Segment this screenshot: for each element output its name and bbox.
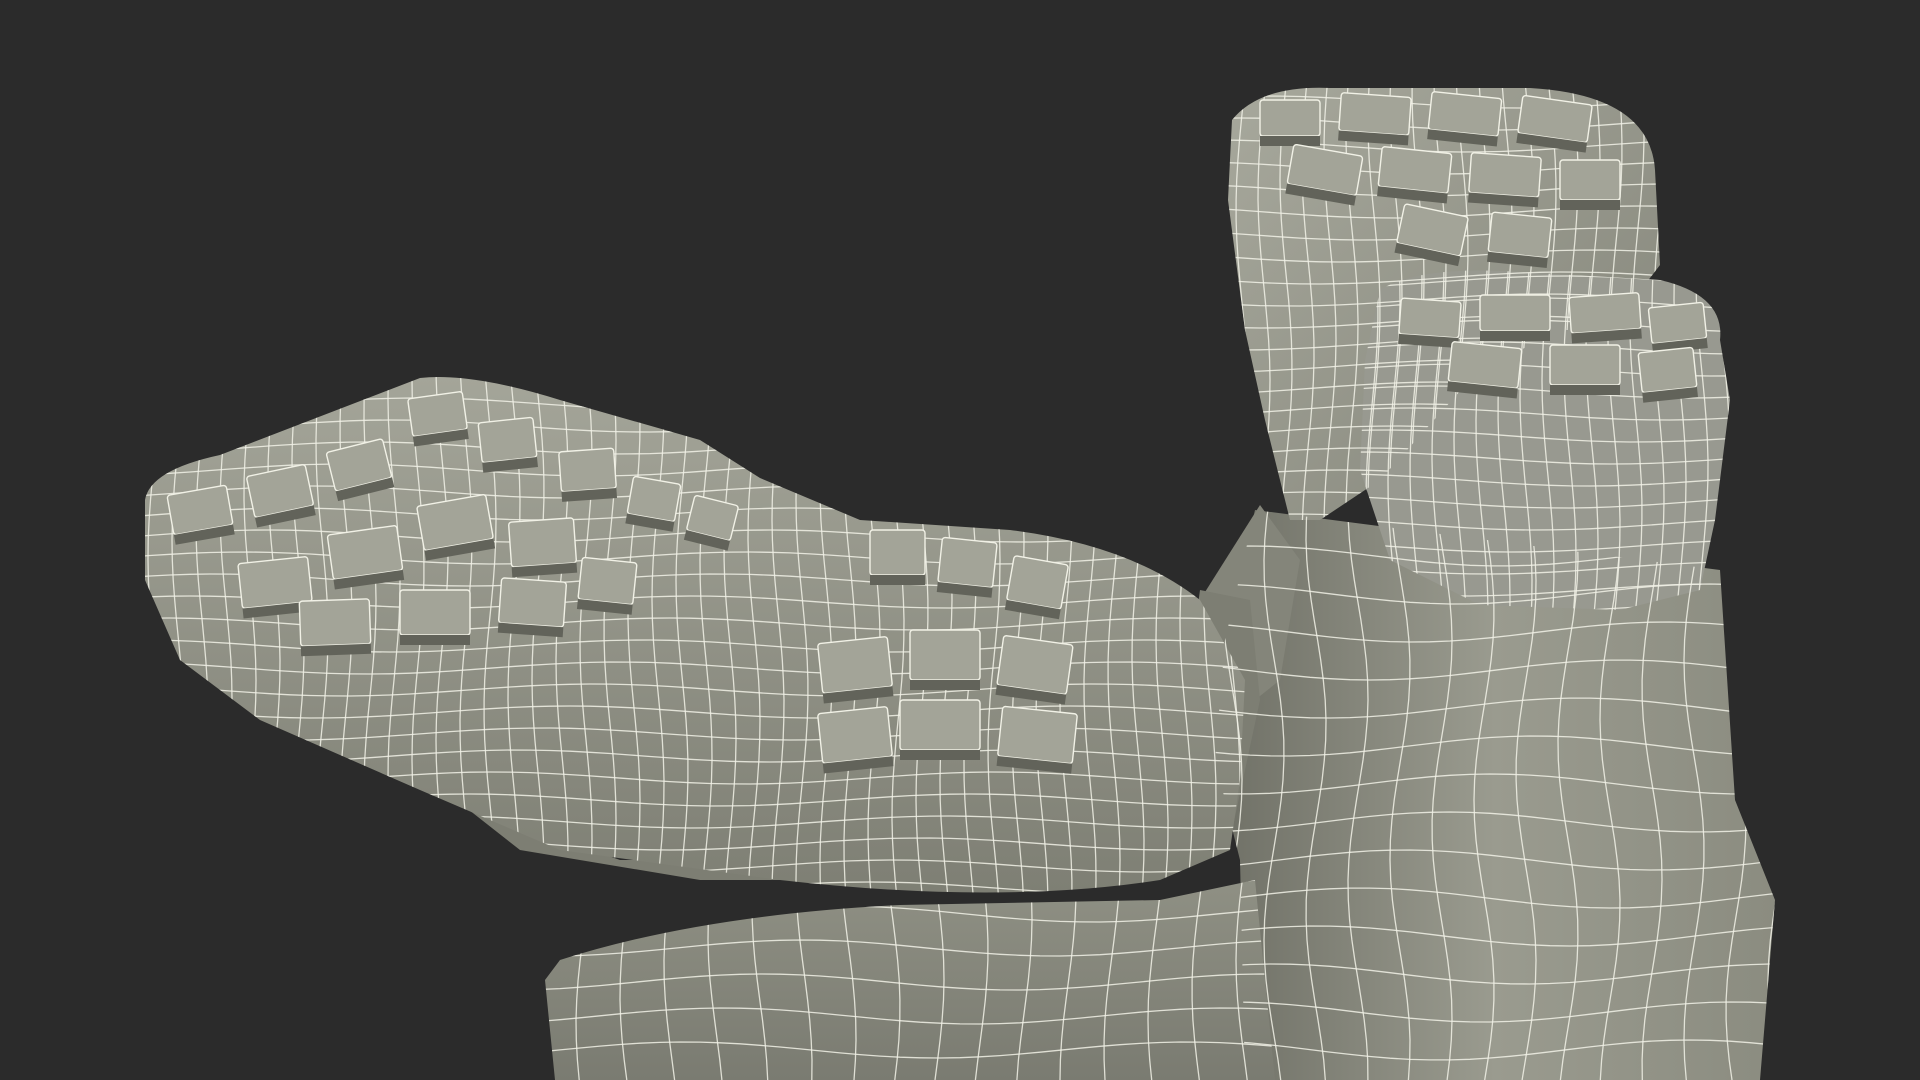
tread-lug xyxy=(298,598,372,647)
tread-lug-side xyxy=(1550,385,1620,395)
tread-lug xyxy=(869,529,926,576)
tread-lug xyxy=(817,706,893,764)
tread-lug xyxy=(1377,146,1453,194)
render-viewport xyxy=(0,0,1920,1080)
tread-lug-side xyxy=(900,750,980,760)
tread-lug xyxy=(558,447,617,493)
tread-lug-side xyxy=(1480,331,1550,341)
tread-lug-side xyxy=(1260,136,1320,146)
tread-lug xyxy=(1479,294,1551,332)
tread-lug xyxy=(899,699,981,751)
tread-lug xyxy=(1559,159,1621,201)
tread-lug xyxy=(577,556,638,606)
tread-lug xyxy=(498,577,567,628)
tread-lug xyxy=(996,635,1074,695)
tread-lug xyxy=(407,391,468,437)
tread-lug-side xyxy=(870,575,925,585)
tread-lug xyxy=(1549,344,1621,386)
tread-lug xyxy=(1338,92,1412,136)
tread-lug xyxy=(997,705,1078,765)
tread-lug xyxy=(1568,292,1642,334)
tread-lug xyxy=(1637,346,1698,394)
tread-lug-side xyxy=(910,680,980,690)
tread-lug xyxy=(909,629,981,681)
tread-lug xyxy=(1468,152,1542,198)
tread-lug-side xyxy=(1560,200,1620,210)
tread-lug xyxy=(1427,91,1503,137)
tread-lug xyxy=(817,636,893,694)
tread-lug xyxy=(1006,555,1069,610)
tread-lug xyxy=(937,536,998,589)
tread-lug xyxy=(1487,211,1553,259)
tread-lug xyxy=(399,589,471,636)
tread-lug xyxy=(1647,301,1708,345)
tread-lug xyxy=(508,517,577,568)
tread-lug xyxy=(1398,297,1462,339)
tread-lug-side xyxy=(400,635,470,645)
tread-lug xyxy=(477,416,538,464)
tread-lug xyxy=(1259,99,1321,137)
tread-lug xyxy=(1447,341,1523,389)
